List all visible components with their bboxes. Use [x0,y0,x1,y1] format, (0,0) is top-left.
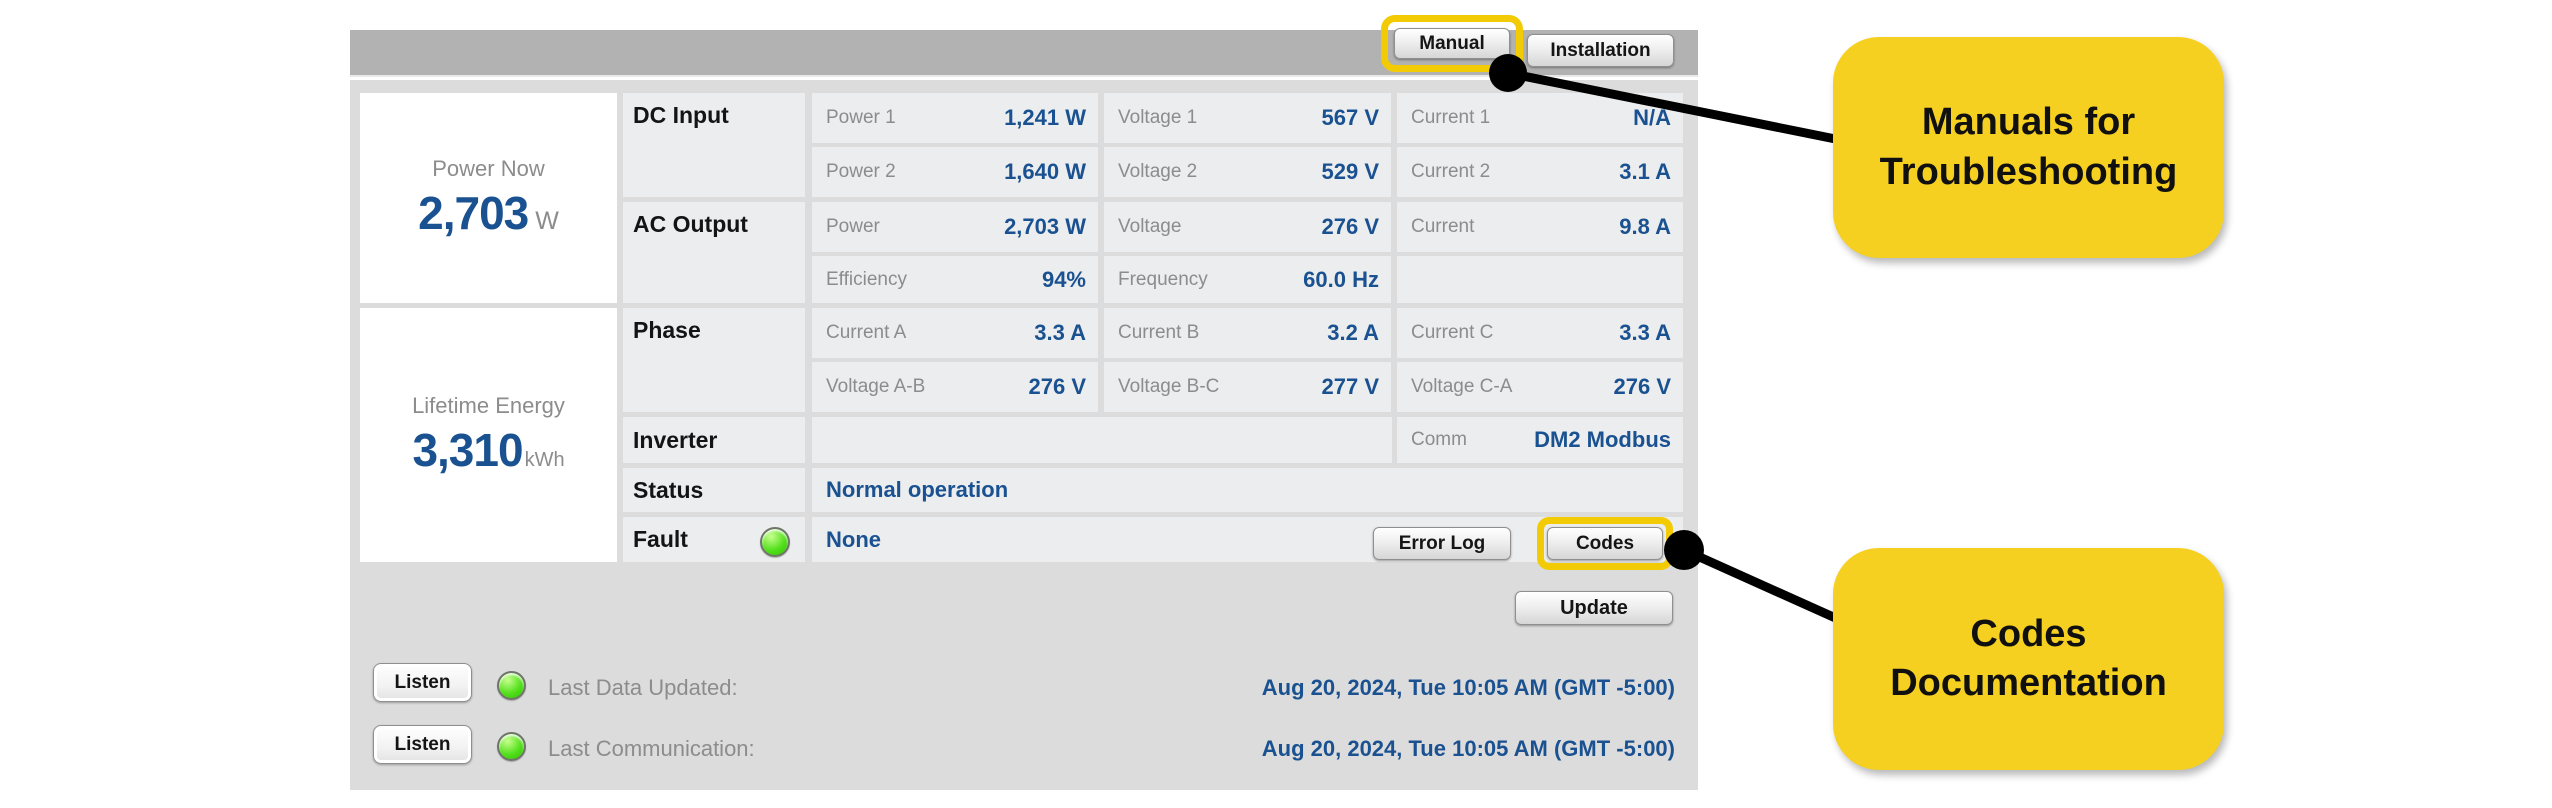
inverter-comm-label: Comm [1411,429,1467,450]
phase-current-a-value: 3.3 A [1034,320,1086,345]
dc-current2-cell: Current 2 3.1 A [1397,147,1683,197]
phase-voltage-ca-cell: Voltage C-A 276 V [1397,362,1683,412]
lifetime-energy-panel: Lifetime Energy 3,310 kWh [360,308,617,562]
ac-efficiency-cell: Efficiency 94% [812,256,1098,303]
phase-current-c-cell: Current C 3.3 A [1397,308,1683,358]
dc-power2-label: Power 2 [826,161,896,182]
status-row-label: Status [623,468,805,512]
update-button[interactable]: Update [1515,591,1673,625]
phase-current-b-label: Current B [1118,322,1200,343]
manuals-troubleshooting-callout: Manuals for Troubleshooting [1833,37,2224,258]
power-now-unit: W [535,207,559,235]
codes-callout-line2: Documentation [1890,662,2167,704]
dc-current1-label: Current 1 [1411,107,1491,128]
fault-value: None [826,526,881,552]
last-communication-label: Last Communication: [548,736,755,761]
phase-current-c-value: 3.3 A [1619,320,1671,345]
manuals-callout-line2: Troubleshooting [1879,150,2178,193]
dc-power1-label: Power 1 [826,107,896,128]
dc-voltage2-label: Voltage 2 [1118,161,1198,182]
phase-current-c-label: Current C [1411,322,1494,343]
power-now-label: Power Now [432,156,545,181]
ac-power-cell: Power 2,703 W [812,202,1098,252]
ac-frequency-label: Frequency [1118,268,1208,290]
ac-output-row-label: AC Output [623,202,805,303]
ac-voltage-cell: Voltage 276 V [1104,202,1391,252]
data-updated-led [497,671,526,700]
fault-status-led [760,527,790,557]
phase-current-b-value: 3.2 A [1327,320,1379,345]
dc-power1-cell: Power 1 1,241 W [812,93,1098,143]
communication-led [497,732,526,761]
phase-voltage-bc-cell: Voltage B-C 277 V [1104,362,1391,412]
ac-frequency-value: 60.0 Hz [1303,266,1379,292]
ac-voltage-label: Voltage [1118,216,1182,237]
dc-voltage1-cell: Voltage 1 567 V [1104,93,1391,143]
dc-current1-value: N/A [1633,105,1671,130]
ac-efficiency-value: 94% [1041,266,1086,292]
listen-button-communication[interactable]: Listen [373,725,472,764]
codes-button[interactable]: Codes [1547,527,1663,560]
dc-voltage1-label: Voltage 1 [1118,107,1198,128]
ac-current-cell: Current 9.8 A [1397,202,1683,252]
inverter-empty-cell [812,417,1392,463]
phase-voltage-ca-value: 276 V [1613,374,1672,399]
ac-empty-cell [1397,256,1683,303]
lifetime-energy-label: Lifetime Energy [412,393,565,418]
ac-current-value: 9.8 A [1619,214,1671,239]
manuals-callout-line1: Manuals for [1921,101,2136,144]
inverter-comm-value: DM2 Modbus [1534,427,1671,452]
error-log-button[interactable]: Error Log [1373,527,1511,560]
lifetime-energy-value: 3,310 [412,424,523,476]
ac-efficiency-label: Efficiency [826,268,907,290]
phase-voltage-ca-label: Voltage C-A [1411,376,1513,397]
power-now-panel: Power Now 2,703 W [360,93,617,303]
last-data-updated-timestamp: Aug 20, 2024, Tue 10:05 AM (GMT -5:00) [1261,675,1675,700]
phase-current-a-label: Current A [826,322,907,343]
phase-current-a-cell: Current A 3.3 A [812,308,1098,358]
codes-callout-line1: Codes [1970,612,2087,655]
dc-voltage1-value: 567 V [1321,105,1380,130]
dc-power2-cell: Power 2 1,640 W [812,147,1098,197]
phase-voltage-ab-value: 276 V [1028,374,1087,399]
dc-voltage2-value: 529 V [1321,159,1380,184]
inverter-comm-cell: Comm DM2 Modbus [1397,417,1683,463]
dc-power2-value: 1,640 W [1004,159,1086,184]
status-value: Normal operation [826,477,1009,502]
ac-current-label: Current [1411,216,1475,237]
inverter-row-label: Inverter [623,417,805,463]
dc-input-row-label: DC Input [623,93,805,197]
dc-current2-value: 3.1 A [1619,159,1671,184]
dc-current1-cell: Current 1 N/A [1397,93,1683,143]
ac-power-value: 2,703 W [1004,214,1086,239]
power-now-value: 2,703 [418,187,529,239]
dc-current2-label: Current 2 [1411,161,1491,182]
dc-voltage2-cell: Voltage 2 529 V [1104,147,1391,197]
installation-button[interactable]: Installation [1527,34,1674,67]
phase-voltage-ab-cell: Voltage A-B 276 V [812,362,1098,412]
phase-voltage-bc-label: Voltage B-C [1118,376,1220,397]
manual-button[interactable]: Manual [1394,28,1510,59]
phase-voltage-bc-value: 277 V [1321,374,1380,399]
dc-power1-value: 1,241 W [1004,105,1086,130]
phase-current-b-cell: Current B 3.2 A [1104,308,1391,358]
last-communication-timestamp: Aug 20, 2024, Tue 10:05 AM (GMT -5:00) [1261,736,1675,761]
phase-voltage-ab-label: Voltage A-B [826,376,926,397]
lifetime-energy-unit: kWh [524,449,565,471]
last-data-updated-label: Last Data Updated: [548,675,738,700]
ac-power-label: Power [826,216,880,237]
phase-row-label: Phase [623,308,805,412]
codes-documentation-callout: Codes Documentation [1833,548,2224,770]
status-cell: Normal operation [812,468,1683,512]
ac-frequency-cell: Frequency 60.0 Hz [1104,256,1391,303]
listen-button-data-updated[interactable]: Listen [373,663,472,702]
ac-voltage-value: 276 V [1321,214,1380,239]
